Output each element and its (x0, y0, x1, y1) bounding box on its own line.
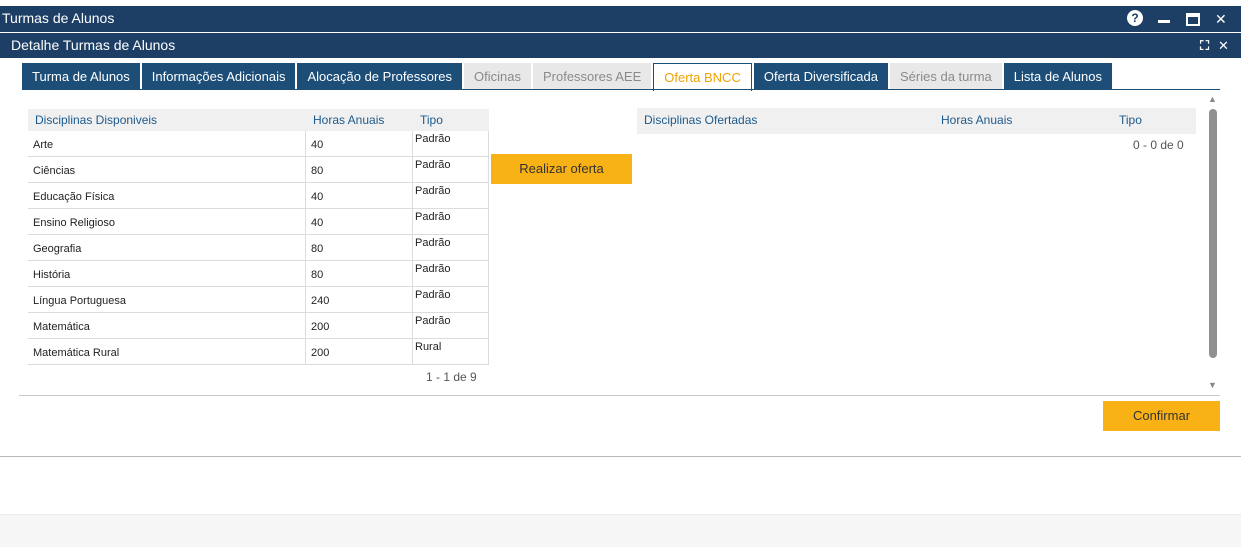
cell-type: Padrão (413, 183, 489, 209)
tab-underline (22, 89, 1220, 90)
cell-hours: 240 (306, 287, 413, 313)
expand-icon[interactable]: ⛶ (1200, 38, 1209, 54)
tab-professores-aee[interactable]: Professores AEE (532, 63, 652, 90)
cell-hours: 40 (306, 209, 413, 235)
table-row[interactable]: História 80 Padrão (28, 261, 489, 287)
panel-close-icon[interactable]: ✕ (1218, 38, 1229, 54)
table-row[interactable]: Matemática 200 Padrão (28, 313, 489, 339)
tab-oficinas[interactable]: Oficinas (464, 63, 531, 90)
panel-header: Detalhe Turmas de Alunos ⛶ ✕ (0, 33, 1241, 58)
tab-oferta-diversificada[interactable]: Oferta Diversificada (753, 63, 888, 90)
table-row[interactable]: Educação Física 40 Padrão (28, 183, 489, 209)
cell-type: Rural (413, 339, 489, 365)
table-row[interactable]: Geografia 80 Padrão (28, 235, 489, 261)
help-icon[interactable]: ? (1127, 10, 1143, 26)
available-subjects-grid: Disciplinas Disponiveis Horas Anuais Tip… (28, 109, 489, 365)
table-row[interactable]: Matemática Rural 200 Rural (28, 339, 489, 365)
table-row[interactable]: Arte 40 Padrão (28, 131, 489, 157)
table-row[interactable]: Língua Portuguesa 240 Padrão (28, 287, 489, 313)
scrollbar-thumb[interactable] (1209, 109, 1217, 358)
column-header-name[interactable]: Disciplinas Ofertadas (644, 113, 757, 127)
tab-turma-de-alunos[interactable]: Turma de Alunos (22, 63, 140, 90)
cell-name: Geografia (28, 235, 306, 261)
offered-grid-header: Disciplinas Ofertadas Horas Anuais Tipo (637, 108, 1196, 134)
cell-type: Padrão (413, 287, 489, 313)
tab-lista-de-alunos[interactable]: Lista de Alunos (1003, 63, 1112, 90)
column-header-name[interactable]: Disciplinas Disponiveis (35, 113, 157, 127)
cell-hours: 200 (306, 313, 413, 339)
available-pager: 1 - 1 de 9 (426, 370, 477, 384)
tab-informacoes-adicionais[interactable]: Informações Adicionais (141, 63, 296, 90)
realizar-oferta-button[interactable]: Realizar oferta (491, 154, 632, 184)
table-row[interactable]: Ensino Religioso 40 Padrão (28, 209, 489, 235)
column-header-hours[interactable]: Horas Anuais (941, 113, 1012, 127)
divider (0, 456, 1241, 457)
column-header-type[interactable]: Tipo (1119, 113, 1142, 127)
cell-hours: 80 (306, 235, 413, 261)
column-header-hours[interactable]: Horas Anuais (313, 113, 384, 127)
minimize-icon[interactable] (1158, 20, 1170, 23)
cell-hours: 40 (306, 183, 413, 209)
cell-name: Ciências (28, 157, 306, 183)
cell-name: Matemática (28, 313, 306, 339)
table-row[interactable]: Ciências 80 Padrão (28, 157, 489, 183)
divider (19, 395, 1220, 396)
cell-hours: 80 (306, 157, 413, 183)
tab-bar: Turma de Alunos Informações Adicionais A… (22, 63, 1114, 91)
cell-name: Língua Portuguesa (28, 287, 306, 313)
available-grid-header: Disciplinas Disponiveis Horas Anuais Tip… (28, 109, 489, 131)
maximize-icon[interactable] (1186, 13, 1200, 26)
tab-series-da-turma[interactable]: Séries da turma (890, 63, 1002, 90)
cell-type: Padrão (413, 235, 489, 261)
cell-hours: 200 (306, 339, 413, 365)
column-header-type[interactable]: Tipo (420, 113, 443, 127)
cell-type: Padrão (413, 157, 489, 183)
cell-type: Padrão (413, 209, 489, 235)
tab-alocacao-de-professores[interactable]: Alocação de Professores (297, 63, 463, 90)
cell-hours: 80 (306, 261, 413, 287)
offered-pager: 0 - 0 de 0 (1133, 138, 1184, 152)
tab-oferta-bncc[interactable]: Oferta BNCC (653, 63, 752, 91)
scroll-up-icon[interactable]: ▲ (1208, 94, 1217, 104)
panel-title: Detalhe Turmas de Alunos (11, 37, 176, 53)
cell-type: Padrão (413, 313, 489, 339)
scroll-down-icon[interactable]: ▼ (1208, 380, 1217, 390)
cell-hours: 40 (306, 131, 413, 157)
close-icon[interactable]: ✕ (1215, 10, 1227, 28)
cell-name: Arte (28, 131, 306, 157)
cell-name: Ensino Religioso (28, 209, 306, 235)
cell-type: Padrão (413, 131, 489, 157)
footer (0, 514, 1241, 547)
cell-name: Educação Física (28, 183, 306, 209)
cell-type: Padrão (413, 261, 489, 287)
confirmar-button[interactable]: Confirmar (1103, 401, 1220, 431)
window-titlebar: Turmas de Alunos ? ✕ (0, 6, 1241, 32)
cell-name: História (28, 261, 306, 287)
window-title: Turmas de Alunos (2, 10, 115, 26)
cell-name: Matemática Rural (28, 339, 306, 365)
